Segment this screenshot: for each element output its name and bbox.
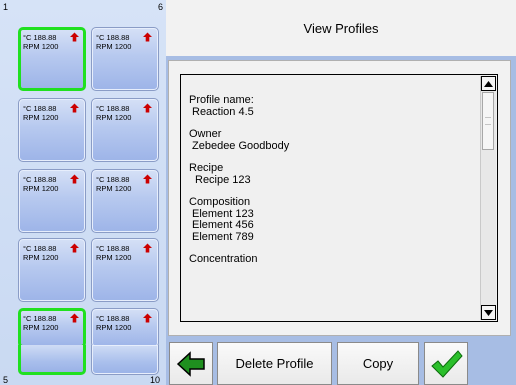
profile-cell-5[interactable]: °C 188.88 RPM 1200 xyxy=(18,308,86,348)
up-arrow-icon xyxy=(70,313,79,323)
profile-grid-panel: 1 6 5 10 °C 188.88 RPM 1200 °C 188.88 RP… xyxy=(0,0,166,385)
profile-cell-7[interactable]: °C 188.88 RPM 1200 xyxy=(91,98,159,162)
copy-button[interactable]: Copy xyxy=(337,342,419,385)
cell-temperature: °C 188.88 xyxy=(23,314,57,323)
profile-details-textbox[interactable]: Profile name: Reaction 4.5 Owner Zebedee… xyxy=(180,74,498,322)
cell-rpm: RPM 1200 xyxy=(23,253,59,262)
profile-cell-2[interactable]: °C 188.88 RPM 1200 xyxy=(18,98,86,162)
profile-cell-3[interactable]: °C 188.88 RPM 1200 xyxy=(18,169,86,233)
cell-rpm: RPM 1200 xyxy=(96,323,132,332)
profile-cell-empty-left[interactable] xyxy=(18,345,86,375)
owner-label: Owner xyxy=(189,128,222,140)
scroll-up-button[interactable] xyxy=(481,76,496,91)
cell-temperature: °C 188.88 xyxy=(96,104,130,113)
concentration-group: Concentration xyxy=(189,253,474,266)
composition-label: Composition xyxy=(189,196,251,208)
checkmark-icon xyxy=(431,349,463,378)
cell-temperature: °C 188.88 xyxy=(23,244,57,253)
app-window: 1 6 5 10 °C 188.88 RPM 1200 °C 188.88 RP… xyxy=(0,0,516,385)
up-arrow-icon xyxy=(70,32,79,42)
cell-rpm: RPM 1200 xyxy=(96,184,132,193)
cell-rpm: RPM 1200 xyxy=(96,253,132,262)
profile-cell-4[interactable]: °C 188.88 RPM 1200 xyxy=(18,238,86,302)
profile-cell-8[interactable]: °C 188.88 RPM 1200 xyxy=(91,169,159,233)
ok-button[interactable] xyxy=(424,342,468,385)
cell-rpm: RPM 1200 xyxy=(96,42,132,51)
triangle-down-icon xyxy=(484,309,493,316)
profile-cell-10[interactable]: °C 188.88 RPM 1200 xyxy=(91,308,159,348)
profile-name-value: Reaction 4.5 xyxy=(192,105,254,118)
left-arrow-icon xyxy=(176,350,205,377)
scroll-thumb[interactable] xyxy=(482,92,494,150)
profile-cell-9[interactable]: °C 188.88 RPM 1200 xyxy=(91,238,159,302)
thumb-grip xyxy=(485,117,491,125)
up-arrow-icon xyxy=(143,313,152,323)
up-arrow-icon xyxy=(143,32,152,42)
vertical-scrollbar[interactable] xyxy=(480,76,496,320)
cell-rpm: RPM 1200 xyxy=(96,113,132,122)
grid-index-top-left: 1 xyxy=(3,2,9,12)
cell-temperature: °C 188.88 xyxy=(96,175,130,184)
composition-group: Composition Element 123 Element 456 Elem… xyxy=(189,196,474,243)
up-arrow-icon xyxy=(143,103,152,113)
cell-temperature: °C 188.88 xyxy=(23,104,57,113)
cell-rpm: RPM 1200 xyxy=(23,323,59,332)
cell-rpm: RPM 1200 xyxy=(23,42,59,51)
grid-index-bottom-left: 5 xyxy=(3,375,9,385)
cell-rpm: RPM 1200 xyxy=(23,184,59,193)
up-arrow-icon xyxy=(143,174,152,184)
cell-temperature: °C 188.88 xyxy=(23,33,57,42)
delete-profile-button[interactable]: Delete Profile xyxy=(217,342,332,385)
recipe-value: Recipe 123 xyxy=(195,173,251,186)
recipe-group: Recipe Recipe 123 xyxy=(189,162,474,186)
recipe-label: Recipe xyxy=(189,162,224,174)
page-title: View Profiles xyxy=(166,0,516,56)
profile-name-group: Profile name: Reaction 4.5 xyxy=(189,94,474,118)
cell-temperature: °C 188.88 xyxy=(96,33,130,42)
up-arrow-icon xyxy=(143,243,152,253)
concentration-label: Concentration xyxy=(189,253,258,265)
profile-cell-empty-right[interactable] xyxy=(91,345,159,375)
owner-group: Owner Zebedee Goodbody xyxy=(189,128,474,152)
grid-index-top-right: 6 xyxy=(158,2,164,12)
profile-name-label: Profile name: xyxy=(189,94,254,106)
back-button[interactable] xyxy=(169,342,213,385)
cell-temperature: °C 188.88 xyxy=(96,244,130,253)
profile-details-content: Profile name: Reaction 4.5 Owner Zebedee… xyxy=(189,94,474,277)
grid-index-bottom-right: 10 xyxy=(150,375,161,385)
up-arrow-icon xyxy=(70,243,79,253)
triangle-up-icon xyxy=(484,80,493,87)
cell-temperature: °C 188.88 xyxy=(96,314,130,323)
owner-value: Zebedee Goodbody xyxy=(192,139,290,152)
profile-cell-6[interactable]: °C 188.88 RPM 1200 xyxy=(91,27,159,91)
profile-cell-1[interactable]: °C 188.88 RPM 1200 xyxy=(18,27,86,91)
up-arrow-icon xyxy=(70,174,79,184)
cell-rpm: RPM 1200 xyxy=(23,113,59,122)
scroll-down-button[interactable] xyxy=(481,305,496,320)
up-arrow-icon xyxy=(70,103,79,113)
composition-item: Element 456 xyxy=(192,219,254,231)
composition-item: Element 789 xyxy=(192,230,254,243)
cell-temperature: °C 188.88 xyxy=(23,175,57,184)
